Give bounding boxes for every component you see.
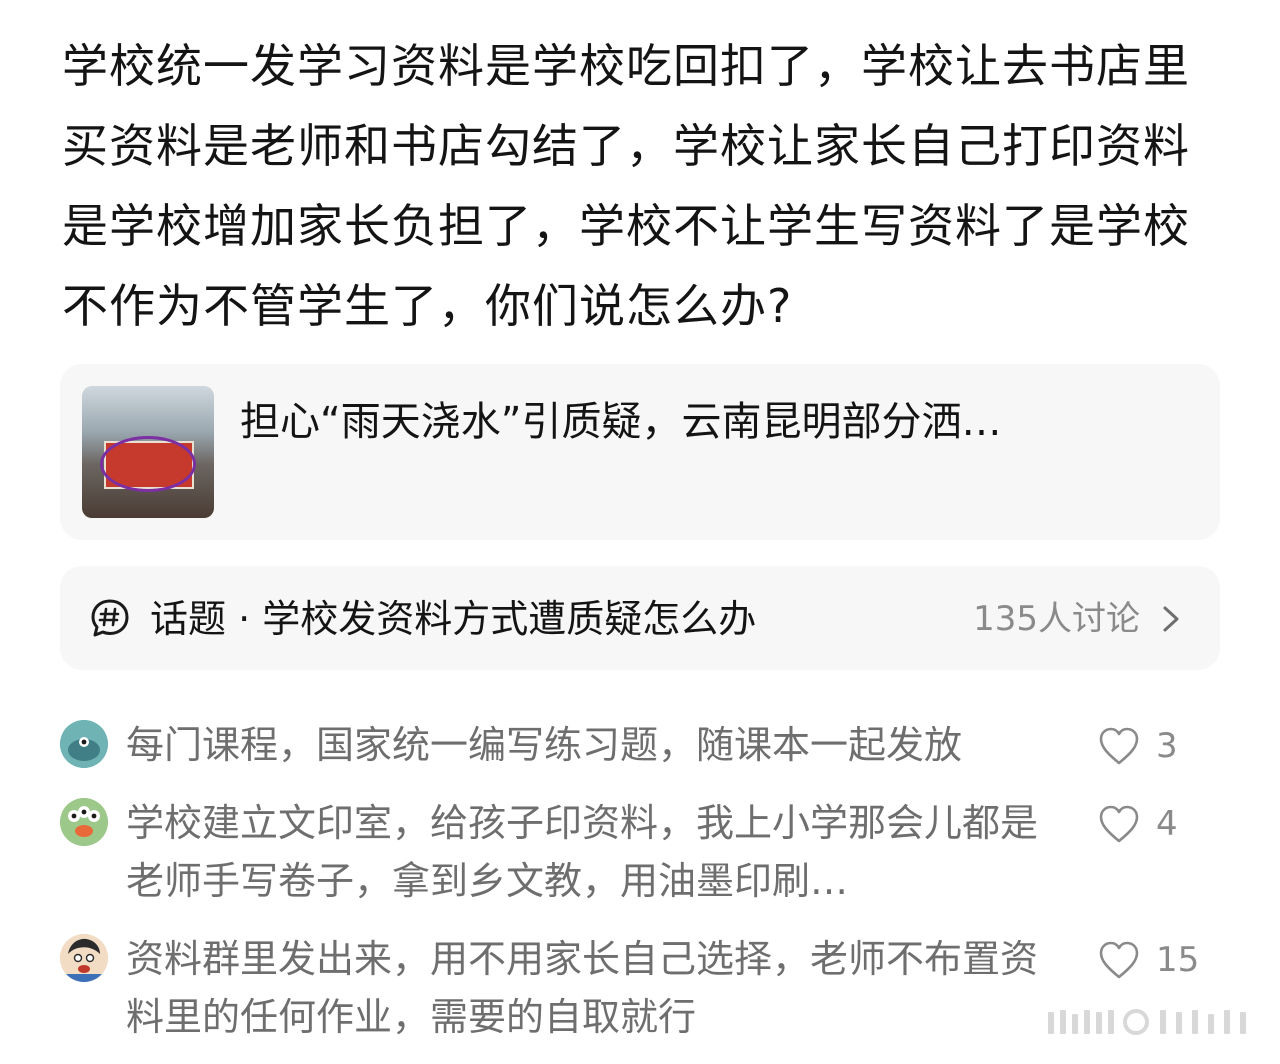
like-button[interactable]: 15 (1098, 936, 1228, 984)
link-thumbnail (82, 386, 214, 518)
like-button[interactable]: 3 (1098, 722, 1228, 770)
link-card[interactable]: 担心“雨天浇水”引质疑，云南昆明部分洒… (60, 364, 1220, 540)
comment-text: 资料群里发出来，用不用家长自己选择，老师不布置资料里的任何作业，需要的自取就行 (126, 937, 1039, 1039)
comment-text: 每门课程，国家统一编写练习题，随课本一起发放 (126, 723, 963, 767)
like-count: 4 (1156, 804, 1178, 844)
hashtag-bubble-icon (91, 599, 129, 637)
like-count: 15 (1156, 940, 1200, 980)
heart-icon (1099, 805, 1139, 843)
avatar[interactable] (60, 720, 108, 768)
avatar[interactable] (60, 934, 108, 982)
like-count: 3 (1156, 726, 1178, 766)
chevron-right-icon (1163, 606, 1179, 632)
link-card-title: 担心“雨天浇水”引质疑，云南昆明部分洒… (240, 399, 1002, 445)
topic-label: 话题 · 学校发资料方式遭质疑怎么办 (150, 597, 757, 641)
comment-text: 学校建立文印室，给孩子印资料，我上小学那会儿都是老师手写卷子，拿到乡文教，用油墨… (126, 801, 1039, 903)
topic-discussion-count: 135人讨论 (973, 599, 1140, 639)
thumbnail-circle-mark (100, 436, 196, 492)
topic-bar[interactable]: 话题 · 学校发资料方式遭质疑怎么办 135人讨论 (60, 566, 1220, 670)
avatar-icon (60, 798, 108, 846)
post-body-text: 学校统一发学习资料是学校吃回扣了，学校让去书店里买资料是老师和书店勾结了，学校让… (62, 39, 1190, 333)
like-button[interactable]: 4 (1098, 800, 1228, 848)
avatar[interactable] (60, 798, 108, 846)
heart-icon (1099, 941, 1139, 979)
heart-icon (1099, 727, 1139, 765)
avatar-icon (60, 720, 108, 768)
avatar-icon (60, 934, 108, 982)
watermark-logo (1048, 1009, 1246, 1035)
